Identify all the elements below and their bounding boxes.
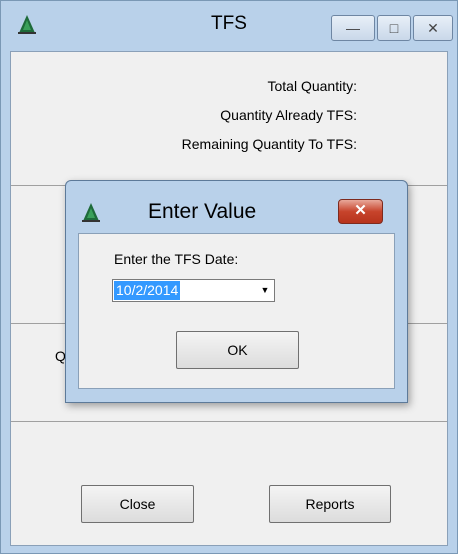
maximize-button[interactable]: □ xyxy=(377,15,411,41)
dialog-title: Enter Value xyxy=(148,200,257,223)
remaining-quantity-label: Remaining Quantity To TFS: xyxy=(181,136,357,152)
close-button[interactable]: Close xyxy=(81,485,194,523)
dialog-close-button[interactable]: ✕ xyxy=(338,199,383,224)
window-close-button[interactable]: ✕ xyxy=(413,15,453,41)
minimize-button[interactable]: — xyxy=(331,15,375,41)
title-bar: TFS — □ ✕ xyxy=(1,1,457,51)
tfs-date-label: Enter the TFS Date: xyxy=(114,251,239,267)
total-quantity-label: Total Quantity: xyxy=(267,78,358,94)
divider xyxy=(11,421,447,422)
app-logo-icon xyxy=(82,203,100,222)
reports-button[interactable]: Reports xyxy=(269,485,391,523)
dialog-client-area: Enter the TFS Date: 10/2/2014 ▼ OK xyxy=(78,233,395,389)
tfs-date-combobox[interactable]: 10/2/2014 ▼ xyxy=(112,279,275,302)
enter-value-dialog: Enter Value ✕ Enter the TFS Date: 10/2/2… xyxy=(65,180,408,403)
dropdown-arrow-icon[interactable]: ▼ xyxy=(256,280,274,301)
ok-button[interactable]: OK xyxy=(176,331,299,369)
tfs-date-value[interactable]: 10/2/2014 xyxy=(114,281,181,300)
quantity-already-tfs-label: Quantity Already TFS: xyxy=(220,107,357,123)
